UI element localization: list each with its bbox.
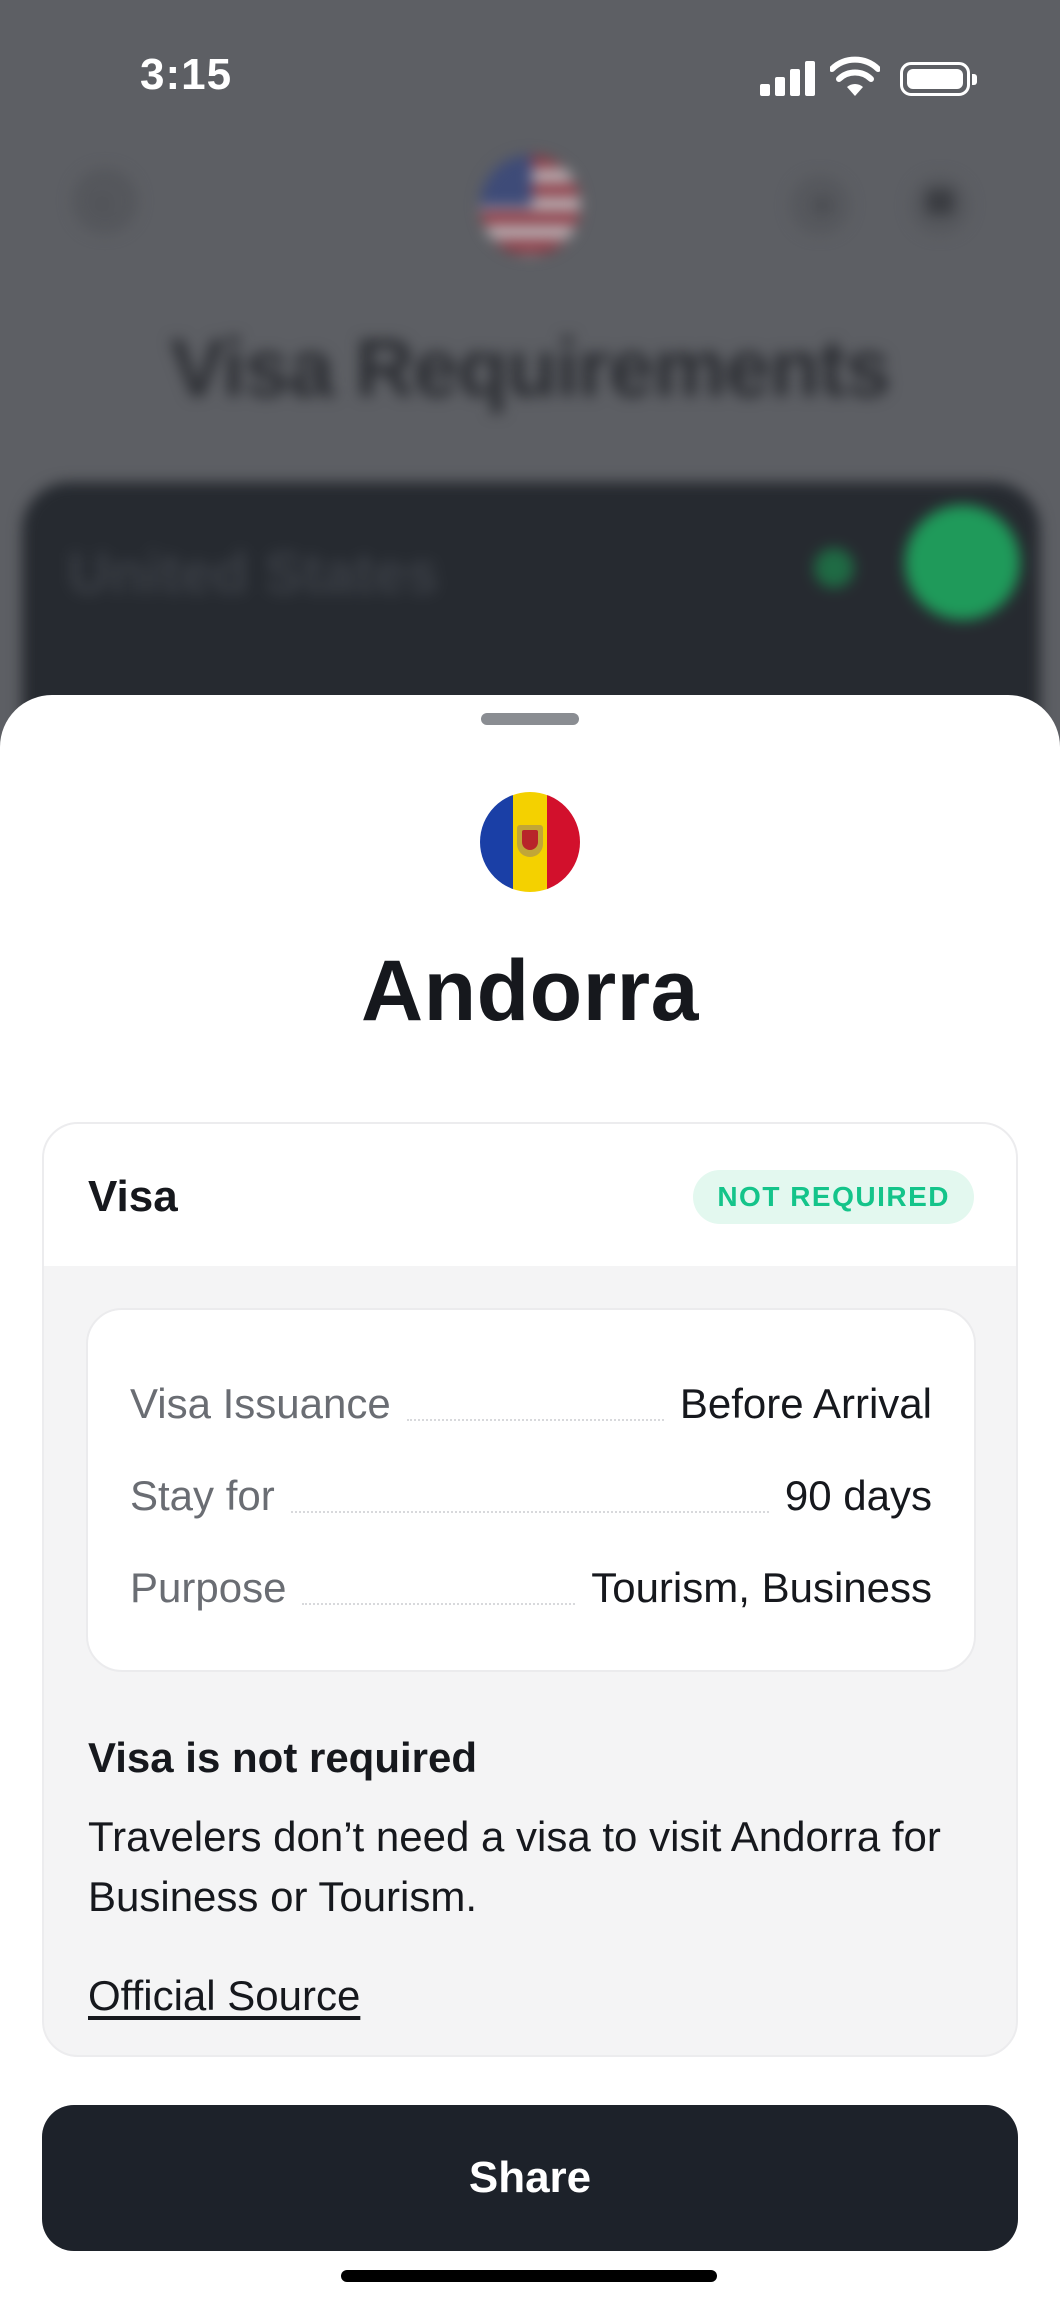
official-source-link[interactable]: Official Source [88, 1972, 360, 2020]
country-name: Andorra [361, 943, 699, 1039]
battery-icon [900, 62, 977, 96]
status-bar: 3:15 [0, 0, 1060, 150]
sheet-grabber[interactable] [481, 713, 579, 725]
home-indicator [341, 2270, 717, 2282]
us-flag-icon [480, 155, 580, 255]
detail-key: Visa Issuance [130, 1380, 391, 1427]
visa-details-box: Visa Issuance Before Arrival Stay for 90… [86, 1308, 976, 1672]
visa-card: Visa NOT REQUIRED Visa Issuance Before A… [42, 1122, 1018, 2057]
share-icon [910, 175, 970, 235]
visa-detail-sheet: Andorra Visa NOT REQUIRED Visa Issuance … [0, 695, 1060, 2304]
visa-label: Visa [88, 1172, 178, 1221]
add-button: + [790, 175, 850, 235]
detail-row-stay: Stay for 90 days [130, 1466, 932, 1526]
info-title: Visa is not required [88, 1734, 478, 1781]
plus-icon: + [808, 185, 837, 225]
visa-card-header: Visa NOT REQUIRED [44, 1124, 1016, 1266]
back-button: ‹ [72, 168, 138, 234]
page-title: Visa Requirements [170, 323, 891, 414]
cellular-signal-icon [760, 60, 816, 96]
country-card-title: United States [68, 541, 439, 606]
detail-row-purpose: Purpose Tourism, Business [130, 1558, 932, 1618]
detail-row-issuance: Visa Issuance Before Arrival [130, 1374, 932, 1434]
detail-key: Purpose [130, 1564, 287, 1611]
share-button[interactable]: Share [42, 2105, 1018, 2251]
status-badge: NOT REQUIRED [693, 1170, 974, 1224]
dotted-leader [302, 1603, 576, 1605]
andorra-flag-icon [480, 792, 580, 892]
dotted-leader [406, 1419, 664, 1421]
status-dot [814, 548, 854, 588]
info-text: Travelers don’t need a visa to visit And… [88, 1813, 941, 1920]
detail-key: Stay for [130, 1472, 275, 1519]
dotted-leader [290, 1511, 769, 1513]
chevron-left-icon: ‹ [96, 186, 108, 221]
detail-value: Before Arrival [679, 1380, 932, 1427]
detail-value: Tourism, Business [591, 1564, 932, 1611]
detail-value: 90 days [784, 1472, 932, 1519]
status-time: 3:15 [140, 50, 233, 99]
wifi-icon [830, 56, 880, 96]
green-action-button [905, 505, 1020, 620]
